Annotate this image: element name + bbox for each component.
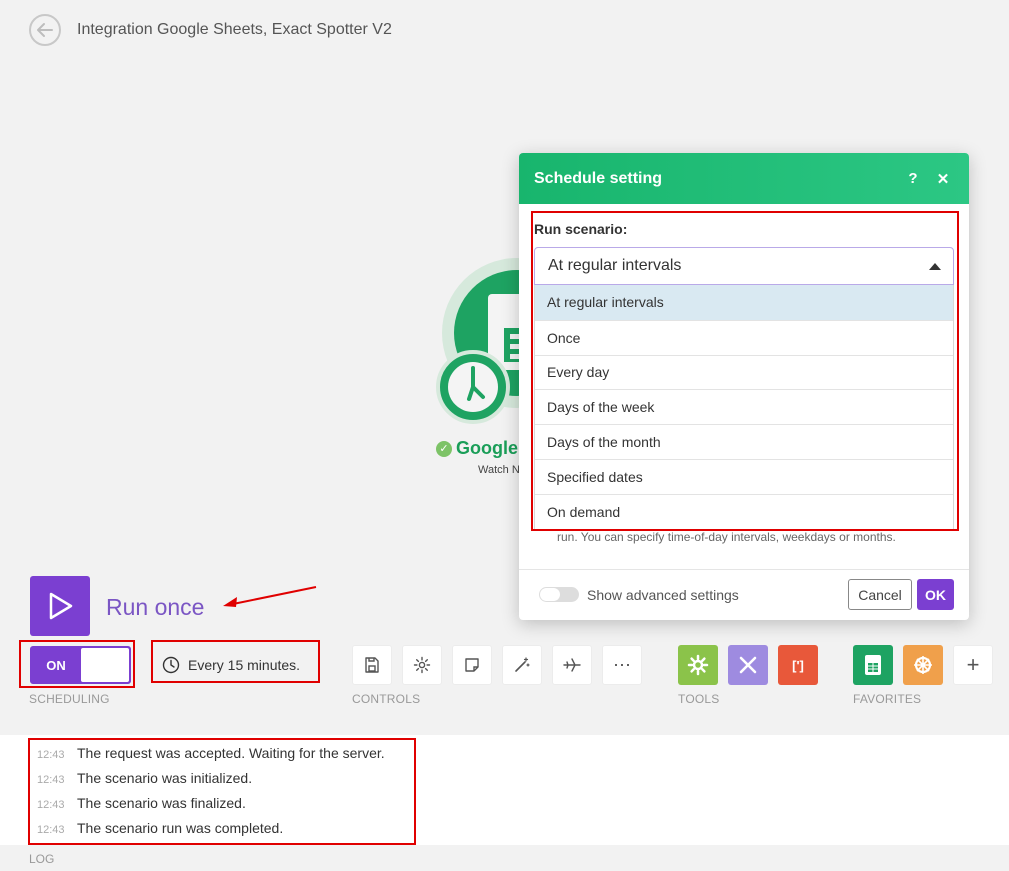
airplane-icon <box>563 658 581 672</box>
tools-section-label: TOOLS <box>678 692 720 706</box>
log-time: 12:43 <box>37 749 65 761</box>
tools-json-button[interactable]: ['] <box>778 645 818 685</box>
option-days-of-month[interactable]: Days of the month <box>535 424 953 459</box>
settings-button[interactable] <box>402 645 442 685</box>
log-message: The request was accepted. Waiting for th… <box>77 745 385 761</box>
save-button[interactable] <box>352 645 392 685</box>
log-panel: 12:43 The request was accepted. Waiting … <box>0 735 1009 845</box>
tools-flow-control-button[interactable] <box>678 645 718 685</box>
note-icon <box>465 658 479 672</box>
dialog-title: Schedule setting <box>534 169 663 187</box>
arrow-left-icon <box>37 23 53 37</box>
annotation-arrow <box>223 586 317 607</box>
gear-icon <box>687 654 709 676</box>
more-button[interactable]: ⋯ <box>602 645 642 685</box>
divider <box>519 569 969 570</box>
run-scenario-select[interactable]: At regular intervals <box>534 247 954 285</box>
log-time: 12:43 <box>37 799 65 811</box>
gear-icon <box>413 656 431 674</box>
module-subtitle: Watch N <box>478 464 520 476</box>
add-favorite-button[interactable]: + <box>953 645 993 685</box>
magic-wand-icon <box>515 657 530 672</box>
wrench-icon <box>739 656 757 674</box>
clock-badge-icon[interactable] <box>436 350 510 424</box>
advanced-settings-label: Show advanced settings <box>587 587 739 603</box>
back-button[interactable] <box>29 14 61 46</box>
option-on-demand[interactable]: On demand <box>535 493 953 529</box>
log-entry: 12:43 The scenario was initialized. <box>37 770 252 786</box>
controls-section-label: CONTROLS <box>352 692 421 706</box>
scenario-title: Integration Google Sheets, Exact Spotter… <box>77 21 392 38</box>
run-scenario-label: Run scenario: <box>534 221 628 237</box>
log-message: The scenario run was completed. <box>77 820 284 836</box>
ok-button[interactable]: OK <box>917 579 954 610</box>
caret-up-icon <box>929 263 941 270</box>
clock-icon <box>162 656 180 674</box>
selected-value: At regular intervals <box>548 257 682 274</box>
help-text: run. You can specify time-of-day interva… <box>557 530 896 544</box>
log-time: 12:43 <box>37 824 65 836</box>
run-once-label[interactable]: Run once <box>106 594 204 621</box>
spotter-icon <box>914 656 932 674</box>
log-section-label: LOG <box>29 852 55 866</box>
option-every-day[interactable]: Every day <box>535 354 953 390</box>
option-days-of-week[interactable]: Days of the week <box>535 389 953 424</box>
favorite-exact-spotter-button[interactable] <box>903 645 943 685</box>
tools-tools-button[interactable] <box>728 645 768 685</box>
advanced-settings-toggle[interactable] <box>539 587 579 602</box>
log-message: The scenario was finalized. <box>77 795 246 811</box>
notes-button[interactable] <box>452 645 492 685</box>
module-name: Google <box>456 438 518 458</box>
option-specified-dates[interactable]: Specified dates <box>535 458 953 494</box>
log-message: The scenario was initialized. <box>77 770 253 786</box>
auto-align-button[interactable] <box>502 645 542 685</box>
scheduling-switch[interactable]: ON <box>30 646 131 684</box>
dropdown-options: At regular intervals Once Every day Days… <box>534 285 954 530</box>
switch-on-label: ON <box>46 657 66 673</box>
favorites-section-label: FAVORITES <box>853 692 922 706</box>
sheets-icon <box>865 655 881 675</box>
schedule-interval-label: Every 15 minutes. <box>188 657 301 673</box>
help-button[interactable]: ? <box>902 170 924 187</box>
log-entry: 12:43 The scenario was finalized. <box>37 795 246 811</box>
schedule-setting-dialog: Schedule setting ? ✕ Run scenario: At re… <box>519 153 969 620</box>
scheduling-section-label: SCHEDULING <box>29 692 110 706</box>
close-button[interactable]: ✕ <box>932 170 954 188</box>
check-icon: ✓ <box>436 440 452 457</box>
run-once-button[interactable] <box>30 576 90 636</box>
favorite-google-sheets-button[interactable] <box>853 645 893 685</box>
dialog-header: Schedule setting ? ✕ <box>519 153 969 204</box>
schedule-interval-button[interactable]: Every 15 minutes. <box>158 648 304 682</box>
option-once[interactable]: Once <box>535 319 953 355</box>
log-entry: 12:43 The scenario run was completed. <box>37 820 283 836</box>
log-entry: 12:43 The request was accepted. Waiting … <box>37 745 385 761</box>
option-regular-intervals[interactable]: At regular intervals <box>535 285 953 320</box>
cancel-button[interactable]: Cancel <box>848 579 912 610</box>
explain-flow-button[interactable] <box>552 645 592 685</box>
log-time: 12:43 <box>37 774 65 786</box>
bracket-icon: ['] <box>792 657 804 673</box>
play-icon <box>49 592 73 620</box>
save-icon <box>365 657 379 673</box>
